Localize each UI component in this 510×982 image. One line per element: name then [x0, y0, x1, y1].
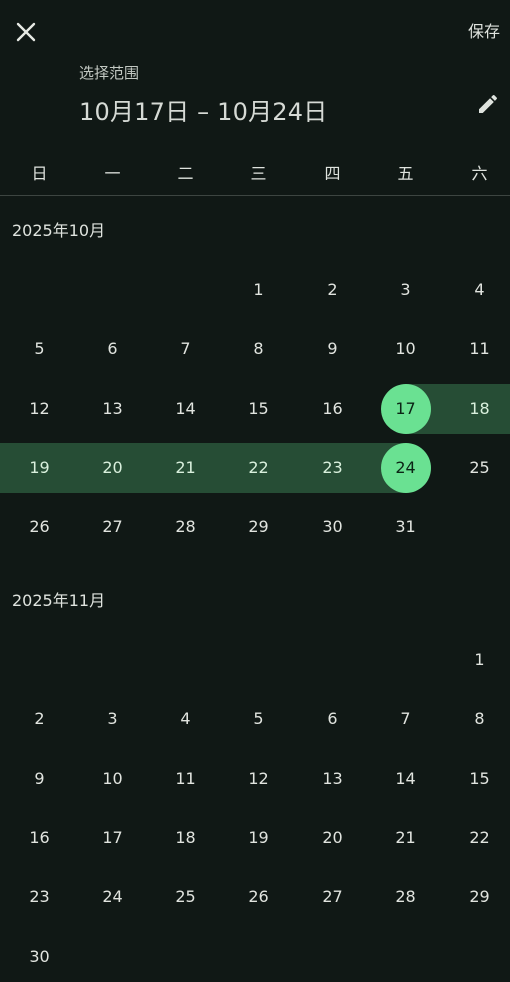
calendar-day[interactable]: 21: [149, 443, 222, 493]
calendar-day[interactable]: 4: [443, 265, 510, 315]
calendar-day[interactable]: 16: [296, 384, 369, 434]
month-label: 2025年11月: [12, 587, 105, 611]
calendar-day[interactable]: 2: [3, 694, 76, 744]
calendar-day[interactable]: 19: [222, 813, 295, 863]
calendar-day[interactable]: 8: [443, 694, 510, 744]
calendar-day[interactable]: 13: [296, 754, 369, 804]
calendar-day[interactable]: 2: [296, 265, 369, 315]
close-button[interactable]: [8, 14, 44, 50]
weekday-header: 日 一 二 三 四 五 六: [0, 152, 510, 190]
month-label: 2025年10月: [12, 217, 105, 241]
weekday-thu: 四: [296, 160, 369, 184]
calendar-day[interactable]: 7: [369, 694, 442, 744]
calendar-day[interactable]: 3: [369, 265, 442, 315]
calendar-day[interactable]: 9: [296, 324, 369, 374]
top-bar: 保存: [0, 0, 510, 64]
calendar-day[interactable]: 9: [3, 754, 76, 804]
calendar-day[interactable]: 26: [222, 872, 295, 922]
calendar-day[interactable]: 29: [443, 872, 510, 922]
edit-button[interactable]: [472, 88, 504, 120]
calendar-day[interactable]: 23: [3, 872, 76, 922]
calendar-day[interactable]: 18: [443, 384, 510, 434]
calendar-day[interactable]: 24: [76, 872, 149, 922]
save-button[interactable]: 保存: [468, 18, 500, 46]
calendar-day[interactable]: 14: [149, 384, 222, 434]
calendar-day[interactable]: 4: [149, 694, 222, 744]
weekday-sat: 六: [443, 160, 510, 184]
calendar-day[interactable]: 7: [149, 324, 222, 374]
weekday-fri: 五: [369, 160, 442, 184]
selected-range-text: 10月17日 – 10月24日: [79, 92, 327, 127]
calendar-day[interactable]: 16: [3, 813, 76, 863]
calendar-day[interactable]: 5: [222, 694, 295, 744]
calendar-day[interactable]: 23: [296, 443, 369, 493]
calendar-day[interactable]: 31: [369, 502, 442, 552]
calendar-day[interactable]: 12: [222, 754, 295, 804]
calendar-day[interactable]: 15: [222, 384, 295, 434]
calendar-day[interactable]: 25: [149, 872, 222, 922]
calendar-day[interactable]: 18: [149, 813, 222, 863]
calendar-day[interactable]: 21: [369, 813, 442, 863]
calendar-day[interactable]: 13: [76, 384, 149, 434]
calendar-day[interactable]: 25: [443, 443, 510, 493]
calendar-day[interactable]: 1: [222, 265, 295, 315]
calendar-day[interactable]: 17: [369, 384, 442, 434]
calendar-day[interactable]: 12: [3, 384, 76, 434]
calendar-day[interactable]: 22: [222, 443, 295, 493]
calendar-day[interactable]: 11: [149, 754, 222, 804]
calendar-day[interactable]: 27: [296, 872, 369, 922]
calendar-day[interactable]: 29: [222, 502, 295, 552]
calendar-day[interactable]: 17: [76, 813, 149, 863]
header-label: 选择范围: [79, 62, 139, 83]
calendar-day[interactable]: 3: [76, 694, 149, 744]
calendar-day[interactable]: 11: [443, 324, 510, 374]
calendar-day[interactable]: 10: [369, 324, 442, 374]
weekday-tue: 二: [149, 160, 222, 184]
calendar-day[interactable]: 22: [443, 813, 510, 863]
calendar-day[interactable]: 5: [3, 324, 76, 374]
weekday-sun: 日: [3, 160, 76, 184]
weekday-wed: 三: [222, 160, 295, 184]
calendar-day[interactable]: 20: [76, 443, 149, 493]
calendar-day[interactable]: 14: [369, 754, 442, 804]
pencil-icon: [476, 92, 500, 116]
calendar-day[interactable]: 27: [76, 502, 149, 552]
calendar-day[interactable]: 8: [222, 324, 295, 374]
calendar-day[interactable]: 20: [296, 813, 369, 863]
calendar-day[interactable]: 30: [3, 932, 76, 982]
calendar-day[interactable]: 28: [369, 872, 442, 922]
weekday-mon: 一: [76, 160, 149, 184]
header-divider: [0, 195, 510, 196]
calendar-day[interactable]: 6: [76, 324, 149, 374]
calendar-day[interactable]: 1: [443, 635, 510, 685]
calendar-day[interactable]: 28: [149, 502, 222, 552]
calendar-day[interactable]: 26: [3, 502, 76, 552]
calendar-day[interactable]: 30: [296, 502, 369, 552]
calendar-day[interactable]: 24: [369, 443, 442, 493]
calendar-day[interactable]: 15: [443, 754, 510, 804]
calendar-day[interactable]: 6: [296, 694, 369, 744]
calendar-day[interactable]: 19: [3, 443, 76, 493]
close-icon: [15, 21, 37, 43]
calendar-day[interactable]: 10: [76, 754, 149, 804]
